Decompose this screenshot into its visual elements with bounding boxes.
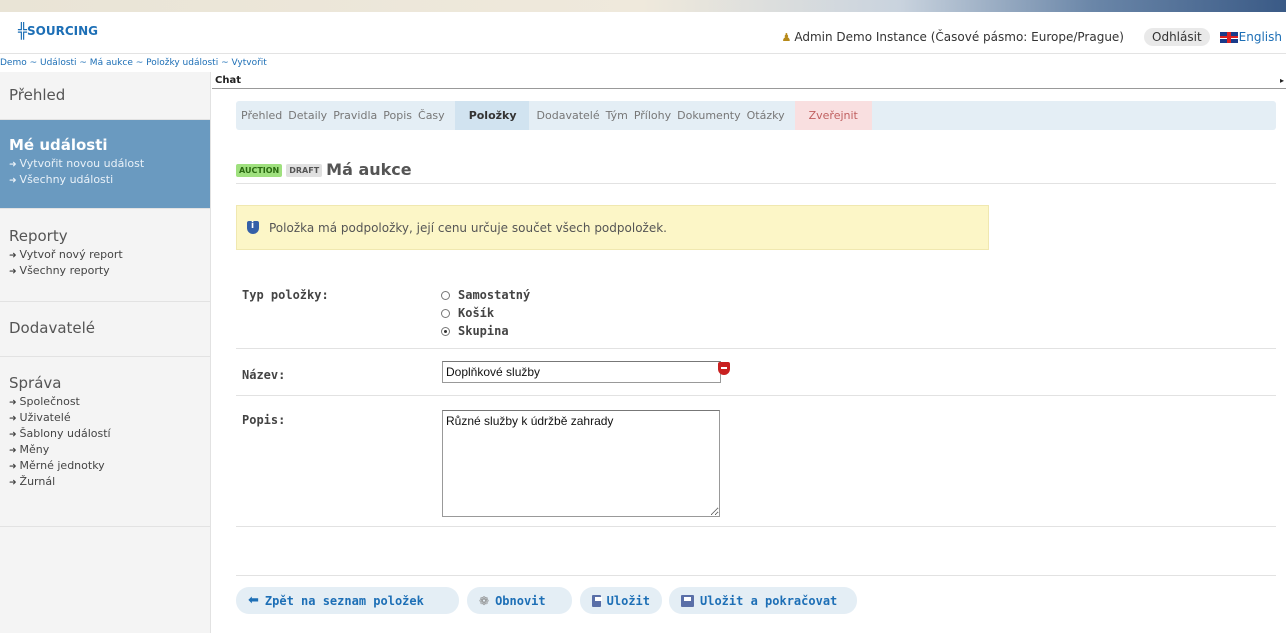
arrow-right-icon: ➜ bbox=[9, 462, 17, 472]
step-questions[interactable]: Otázky bbox=[747, 109, 785, 122]
chat-bar[interactable]: Chat ▸ bbox=[212, 72, 1286, 89]
save-continue-icon bbox=[681, 594, 694, 607]
description-label: Popis: bbox=[242, 413, 286, 427]
sidebar: Přehled Mé události ➜ Vytvořit novou udál… bbox=[0, 72, 211, 633]
radio-button-checked[interactable] bbox=[441, 326, 450, 336]
wizard-steps: Přehled Detaily Pravidla Popis Časy Polo… bbox=[236, 101, 1276, 130]
arrow-right-icon: ➜ bbox=[9, 430, 17, 440]
back-to-items-button[interactable]: ⬅ Zpět na seznam položek bbox=[236, 587, 459, 614]
step-description[interactable]: Popis bbox=[383, 109, 412, 122]
arrow-right-icon: ➜ bbox=[9, 478, 17, 488]
arrow-right-icon: ➜ bbox=[9, 251, 17, 261]
logo-mark-icon: ╬ bbox=[18, 22, 27, 40]
draft-badge: DRAFT bbox=[286, 164, 323, 177]
sidebar-reports-title[interactable]: Reporty bbox=[9, 227, 201, 245]
sidebar-section-reports: Reporty ➜ Vytvoř nový report ➜ Všechny rep… bbox=[0, 209, 210, 302]
chat-expand-icon[interactable]: ▸ bbox=[1280, 72, 1284, 89]
name-row: Název: bbox=[236, 349, 1276, 396]
sidebar-link-users[interactable]: ➜ Uživatelé bbox=[9, 411, 201, 424]
breadcrumb[interactable]: Demo ~ Události ~ Má aukce ~ Položky udá… bbox=[0, 56, 267, 70]
step-publish[interactable]: Zveřejnit bbox=[794, 101, 872, 130]
radio-basket[interactable]: Košík bbox=[441, 304, 530, 322]
radio-standalone[interactable]: Samostatný bbox=[441, 286, 530, 304]
sidebar-link-all-reports[interactable]: ➜ Všechny reporty bbox=[9, 264, 201, 277]
arrow-right-icon: ➜ bbox=[9, 267, 17, 277]
item-type-radio-group: Samostatný Košík Skupina bbox=[441, 286, 530, 340]
step-attachments[interactable]: Přílohy bbox=[634, 109, 671, 122]
language-link[interactable]: English bbox=[1239, 30, 1282, 44]
arrow-right-icon: ➜ bbox=[9, 398, 17, 408]
logo[interactable]: ╬ SOURCING bbox=[18, 22, 98, 40]
sidebar-item-suppliers[interactable]: Dodavatelé bbox=[0, 302, 210, 357]
sidebar-section-admin: Správa ➜ Společnost ➜ Uživatelé ➜ Šablony u… bbox=[0, 357, 210, 527]
radio-button[interactable] bbox=[441, 290, 450, 300]
sidebar-link-company[interactable]: ➜ Společnost bbox=[9, 395, 201, 408]
sidebar-suppliers-label: Dodavatelé bbox=[9, 319, 96, 337]
arrow-right-icon: ➜ bbox=[9, 160, 17, 170]
description-row: Popis: Různé služby k údržbě zahrady bbox=[236, 396, 1276, 527]
info-notice: Položka má podpoložky, její cenu určuje … bbox=[236, 205, 989, 250]
sidebar-link-event-templates[interactable]: ➜ Šablony událostí bbox=[9, 427, 201, 440]
user-label: Admin Demo Instance (Časové pásmo: Europ… bbox=[794, 30, 1124, 44]
arrow-right-icon: ➜ bbox=[9, 176, 17, 186]
arrow-right-icon: ➜ bbox=[9, 446, 17, 456]
sidebar-overview-label: Přehled bbox=[9, 86, 66, 104]
arrow-right-icon: ➜ bbox=[9, 414, 17, 424]
logout-button[interactable]: Odhlásit bbox=[1144, 28, 1210, 46]
save-icon bbox=[592, 594, 602, 607]
refresh-icon: ❁ bbox=[479, 593, 490, 608]
radio-button[interactable] bbox=[441, 308, 450, 318]
sidebar-link-journal[interactable]: ➜ Žurnál bbox=[9, 475, 201, 488]
required-icon bbox=[718, 362, 730, 375]
info-shield-icon bbox=[247, 221, 259, 234]
user-area: ♟ Admin Demo Instance (Časové pásmo: Eur… bbox=[781, 28, 1286, 46]
notice-text: Položka má podpoložky, její cenu určuje … bbox=[269, 220, 667, 235]
sidebar-admin-title[interactable]: Správa bbox=[9, 374, 201, 392]
sidebar-link-all-events[interactable]: ➜ Všechny události bbox=[9, 173, 201, 186]
step-rules[interactable]: Pravidla bbox=[333, 109, 377, 122]
arrow-left-icon: ⬅ bbox=[248, 593, 259, 608]
step-details[interactable]: Detaily bbox=[288, 109, 327, 122]
sidebar-my-events-title[interactable]: Mé události bbox=[9, 136, 201, 154]
name-input[interactable] bbox=[442, 361, 721, 383]
sidebar-link-currencies[interactable]: ➜ Měny bbox=[9, 443, 201, 456]
name-label: Název: bbox=[242, 368, 286, 382]
chat-label: Chat bbox=[215, 75, 241, 86]
sidebar-link-new-report[interactable]: ➜ Vytvoř nový report bbox=[9, 248, 201, 261]
page-title-row: AUCTION DRAFT Má aukce bbox=[236, 160, 1276, 184]
step-documents[interactable]: Dokumenty bbox=[677, 109, 740, 122]
description-textarea[interactable]: Různé služby k údržbě zahrady bbox=[442, 410, 720, 517]
action-bar: ⬅ Zpět na seznam položek ❁ Obnovit Uloži… bbox=[236, 575, 1276, 633]
page-title: Má aukce bbox=[326, 160, 412, 179]
item-type-row: Typ položky: Samostatný Košík Skupina bbox=[236, 275, 1276, 349]
save-and-continue-button[interactable]: Uložit a pokračovat bbox=[669, 587, 857, 614]
uk-flag-icon bbox=[1219, 31, 1238, 43]
step-times[interactable]: Časy bbox=[418, 109, 445, 122]
user-icon: ♟ bbox=[781, 30, 792, 44]
auction-badge: AUCTION bbox=[236, 164, 283, 177]
logo-text: SOURCING bbox=[27, 24, 99, 38]
item-type-label: Typ položky: bbox=[242, 288, 329, 302]
sidebar-link-create-event[interactable]: ➜ Vytvořit novou událost bbox=[9, 157, 201, 170]
sidebar-section-my-events: Mé události ➜ Vytvořit novou událost ➜ Vše… bbox=[0, 120, 210, 209]
top-banner bbox=[0, 0, 1286, 12]
step-team[interactable]: Tým bbox=[606, 109, 628, 122]
refresh-button[interactable]: ❁ Obnovit bbox=[467, 587, 572, 614]
step-suppliers[interactable]: Dodavatelé bbox=[537, 109, 600, 122]
sidebar-item-overview[interactable]: Přehled bbox=[0, 72, 210, 120]
save-button[interactable]: Uložit bbox=[580, 587, 662, 614]
sidebar-link-units[interactable]: ➜ Měrné jednotky bbox=[9, 459, 201, 472]
step-items[interactable]: Položky bbox=[454, 101, 529, 130]
header: ╬ SOURCING ♟ Admin Demo Instance (Časové… bbox=[0, 12, 1286, 54]
step-overview[interactable]: Přehled bbox=[241, 109, 282, 122]
radio-group[interactable]: Skupina bbox=[441, 322, 530, 340]
